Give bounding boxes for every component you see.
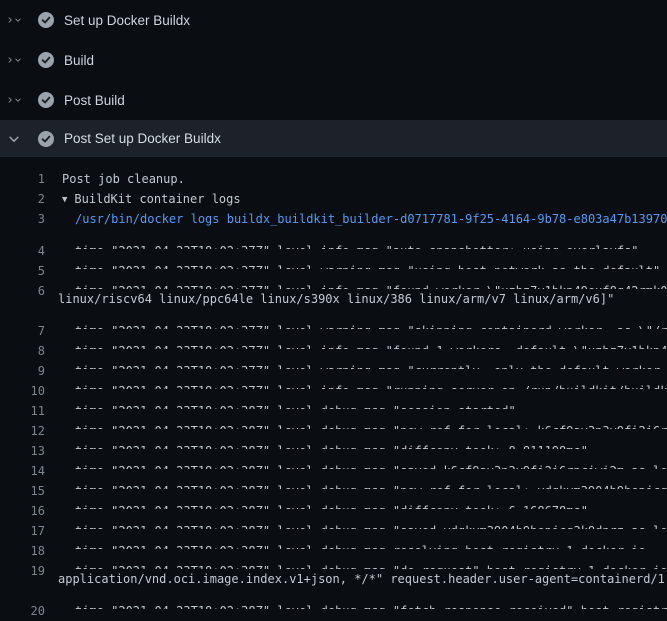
log-line-text: time="2021-04-23T18:02:38Z" level=debug … (75, 441, 588, 449)
check-circle-icon (38, 92, 54, 108)
chevron-down-icon (14, 93, 22, 107)
log-line-text: time="2021-04-23T18:02:38Z" level=debug … (75, 521, 667, 529)
log-line-number[interactable]: 19 (0, 561, 45, 569)
log-line: 11 time="2021-04-23T18:02:38Z" level=deb… (0, 389, 667, 409)
log-line-text: time="2021-04-23T18:02:38Z" level=debug … (75, 461, 667, 469)
log-line-number[interactable]: 18 (0, 541, 45, 549)
log-line: application/vnd.oci.image.index.v1+json,… (0, 569, 667, 589)
step-label: Post Build (64, 93, 125, 108)
log-line: 17 time="2021-04-23T18:02:38Z" level=deb… (0, 509, 667, 529)
check-circle-icon (38, 12, 54, 28)
log-line: 7 time="2021-04-23T18:02:37Z" level=warn… (0, 309, 667, 329)
check-circle-icon (38, 131, 54, 147)
log-line-text: time="2021-04-23T18:02:38Z" level=debug … (75, 421, 667, 429)
log-line-number[interactable] (0, 289, 45, 309)
log-line-number[interactable]: 8 (0, 341, 45, 349)
log-line-text: time="2021-04-23T18:02:37Z" level=info m… (75, 281, 667, 289)
log-line-text: time="2021-04-23T18:02:37Z" level=warnin… (75, 321, 667, 329)
log-line: 19 time="2021-04-23T18:02:38Z" level=deb… (0, 549, 667, 569)
step-row-collapsed[interactable]: Post Build (0, 80, 667, 120)
step-label: Post Set up Docker Buildx (64, 131, 221, 146)
log-line: 5 time="2021-04-23T18:02:37Z" level=warn… (0, 249, 667, 269)
step-row-collapsed[interactable]: Build (0, 40, 667, 80)
log-line-number[interactable]: 12 (0, 421, 45, 429)
log-line-text: time="2021-04-23T18:02:38Z" level=debug … (75, 541, 646, 549)
log-line: 2 ▼BuildKit container logs (0, 189, 667, 209)
log-line-text: time="2021-04-23T18:02:37Z" level=info m… (75, 341, 667, 349)
log-line: 16 time="2021-04-23T18:02:38Z" level=deb… (0, 489, 667, 509)
log-line: linux/riscv64 linux/ppc64le linux/s390x … (0, 289, 667, 309)
log-panel: 1 Post job cleanup. 2 ▼BuildKit containe… (0, 157, 667, 609)
chevron-right-icon (6, 93, 14, 107)
log-line-number[interactable]: 20 (0, 601, 45, 609)
log-command-text: /usr/bin/docker logs buildx_buildkit_bui… (75, 209, 667, 229)
log-line: 10 time="2021-04-23T18:02:37Z" level=inf… (0, 369, 667, 389)
log-line-text: Post job cleanup. (62, 169, 185, 189)
log-line-text: time="2021-04-23T18:02:37Z" level=info m… (75, 381, 667, 389)
check-circle-icon (38, 52, 54, 68)
log-line: 1 Post job cleanup. (0, 169, 667, 189)
log-line-number[interactable] (0, 569, 45, 589)
log-line: 13 time="2021-04-23T18:02:38Z" level=deb… (0, 429, 667, 449)
log-line: 18 time="2021-04-23T18:02:38Z" level=deb… (0, 529, 667, 549)
log-line-text: time="2021-04-23T18:02:38Z" level=debug … (75, 561, 667, 569)
log-line-number[interactable]: 9 (0, 361, 45, 369)
log-line-text: time="2021-04-23T18:02:37Z" level=warnin… (75, 261, 660, 269)
log-line-number[interactable]: 11 (0, 401, 45, 409)
log-line: 14 time="2021-04-23T18:02:38Z" level=deb… (0, 449, 667, 469)
log-line: 6 time="2021-04-23T18:02:37Z" level=info… (0, 269, 667, 289)
log-line: 12 time="2021-04-23T18:02:38Z" level=deb… (0, 409, 667, 429)
log-line-number[interactable]: 4 (0, 241, 45, 249)
log-line-number[interactable]: 14 (0, 461, 45, 469)
chevron-down-icon (7, 132, 21, 146)
log-line-number[interactable]: 5 (0, 261, 45, 269)
actions-log-viewer: Set up Docker Buildx Build (0, 0, 667, 609)
log-line-text: time="2021-04-23T18:02:38Z" level=debug … (75, 501, 588, 509)
chevron-right-icon (6, 53, 14, 67)
log-line: 8 time="2021-04-23T18:02:37Z" level=info… (0, 329, 667, 349)
log-line-text: time="2021-04-23T18:02:37Z" level=info m… (75, 241, 639, 249)
log-line-number[interactable]: 10 (0, 381, 45, 389)
log-line-number[interactable]: 1 (0, 169, 45, 189)
steps-list: Set up Docker Buildx Build (0, 0, 667, 157)
log-line-text: time="2021-04-23T18:02:38Z" level=debug … (75, 481, 667, 489)
log-line-number[interactable]: 13 (0, 441, 45, 449)
log-line-text: time="2021-04-23T18:02:38Z" level=debug … (75, 601, 667, 609)
log-group-toggle[interactable]: ▼BuildKit container logs (62, 189, 241, 209)
log-line-number[interactable]: 16 (0, 501, 45, 509)
step-row-expanded[interactable]: Post Set up Docker Buildx (0, 120, 667, 157)
log-line: 15 time="2021-04-23T18:02:38Z" level=deb… (0, 469, 667, 489)
log-line-number[interactable]: 6 (0, 281, 45, 289)
chevron-right-icon (6, 13, 14, 27)
log-line: 9 time="2021-04-23T18:02:37Z" level=warn… (0, 349, 667, 369)
chevron-down-icon (14, 13, 22, 27)
chevron-down-icon (14, 53, 22, 67)
log-line-text: time="2021-04-23T18:02:38Z" level=debug … (75, 401, 516, 409)
log-line-text: time="2021-04-23T18:02:37Z" level=warnin… (75, 361, 667, 369)
step-label: Set up Docker Buildx (64, 13, 190, 28)
log-line: 20 time="2021-04-23T18:02:38Z" level=deb… (0, 589, 667, 609)
log-line-number[interactable]: 2 (0, 189, 45, 209)
step-label: Build (64, 53, 94, 68)
log-line-number[interactable]: 3 (0, 209, 45, 229)
log-line-number[interactable]: 7 (0, 321, 45, 329)
log-line: 4 time="2021-04-23T18:02:37Z" level=info… (0, 229, 667, 249)
collapse-triangle-icon[interactable]: ▼ (62, 190, 67, 209)
log-line: 3 /usr/bin/docker logs buildx_buildkit_b… (0, 209, 667, 229)
log-line-text: linux/riscv64 linux/ppc64le linux/s390x … (58, 289, 614, 309)
log-line-text: application/vnd.oci.image.index.v1+json,… (58, 569, 667, 589)
log-line-number[interactable]: 15 (0, 481, 45, 489)
step-row-collapsed[interactable]: Set up Docker Buildx (0, 0, 667, 40)
log-line-number[interactable]: 17 (0, 521, 45, 529)
